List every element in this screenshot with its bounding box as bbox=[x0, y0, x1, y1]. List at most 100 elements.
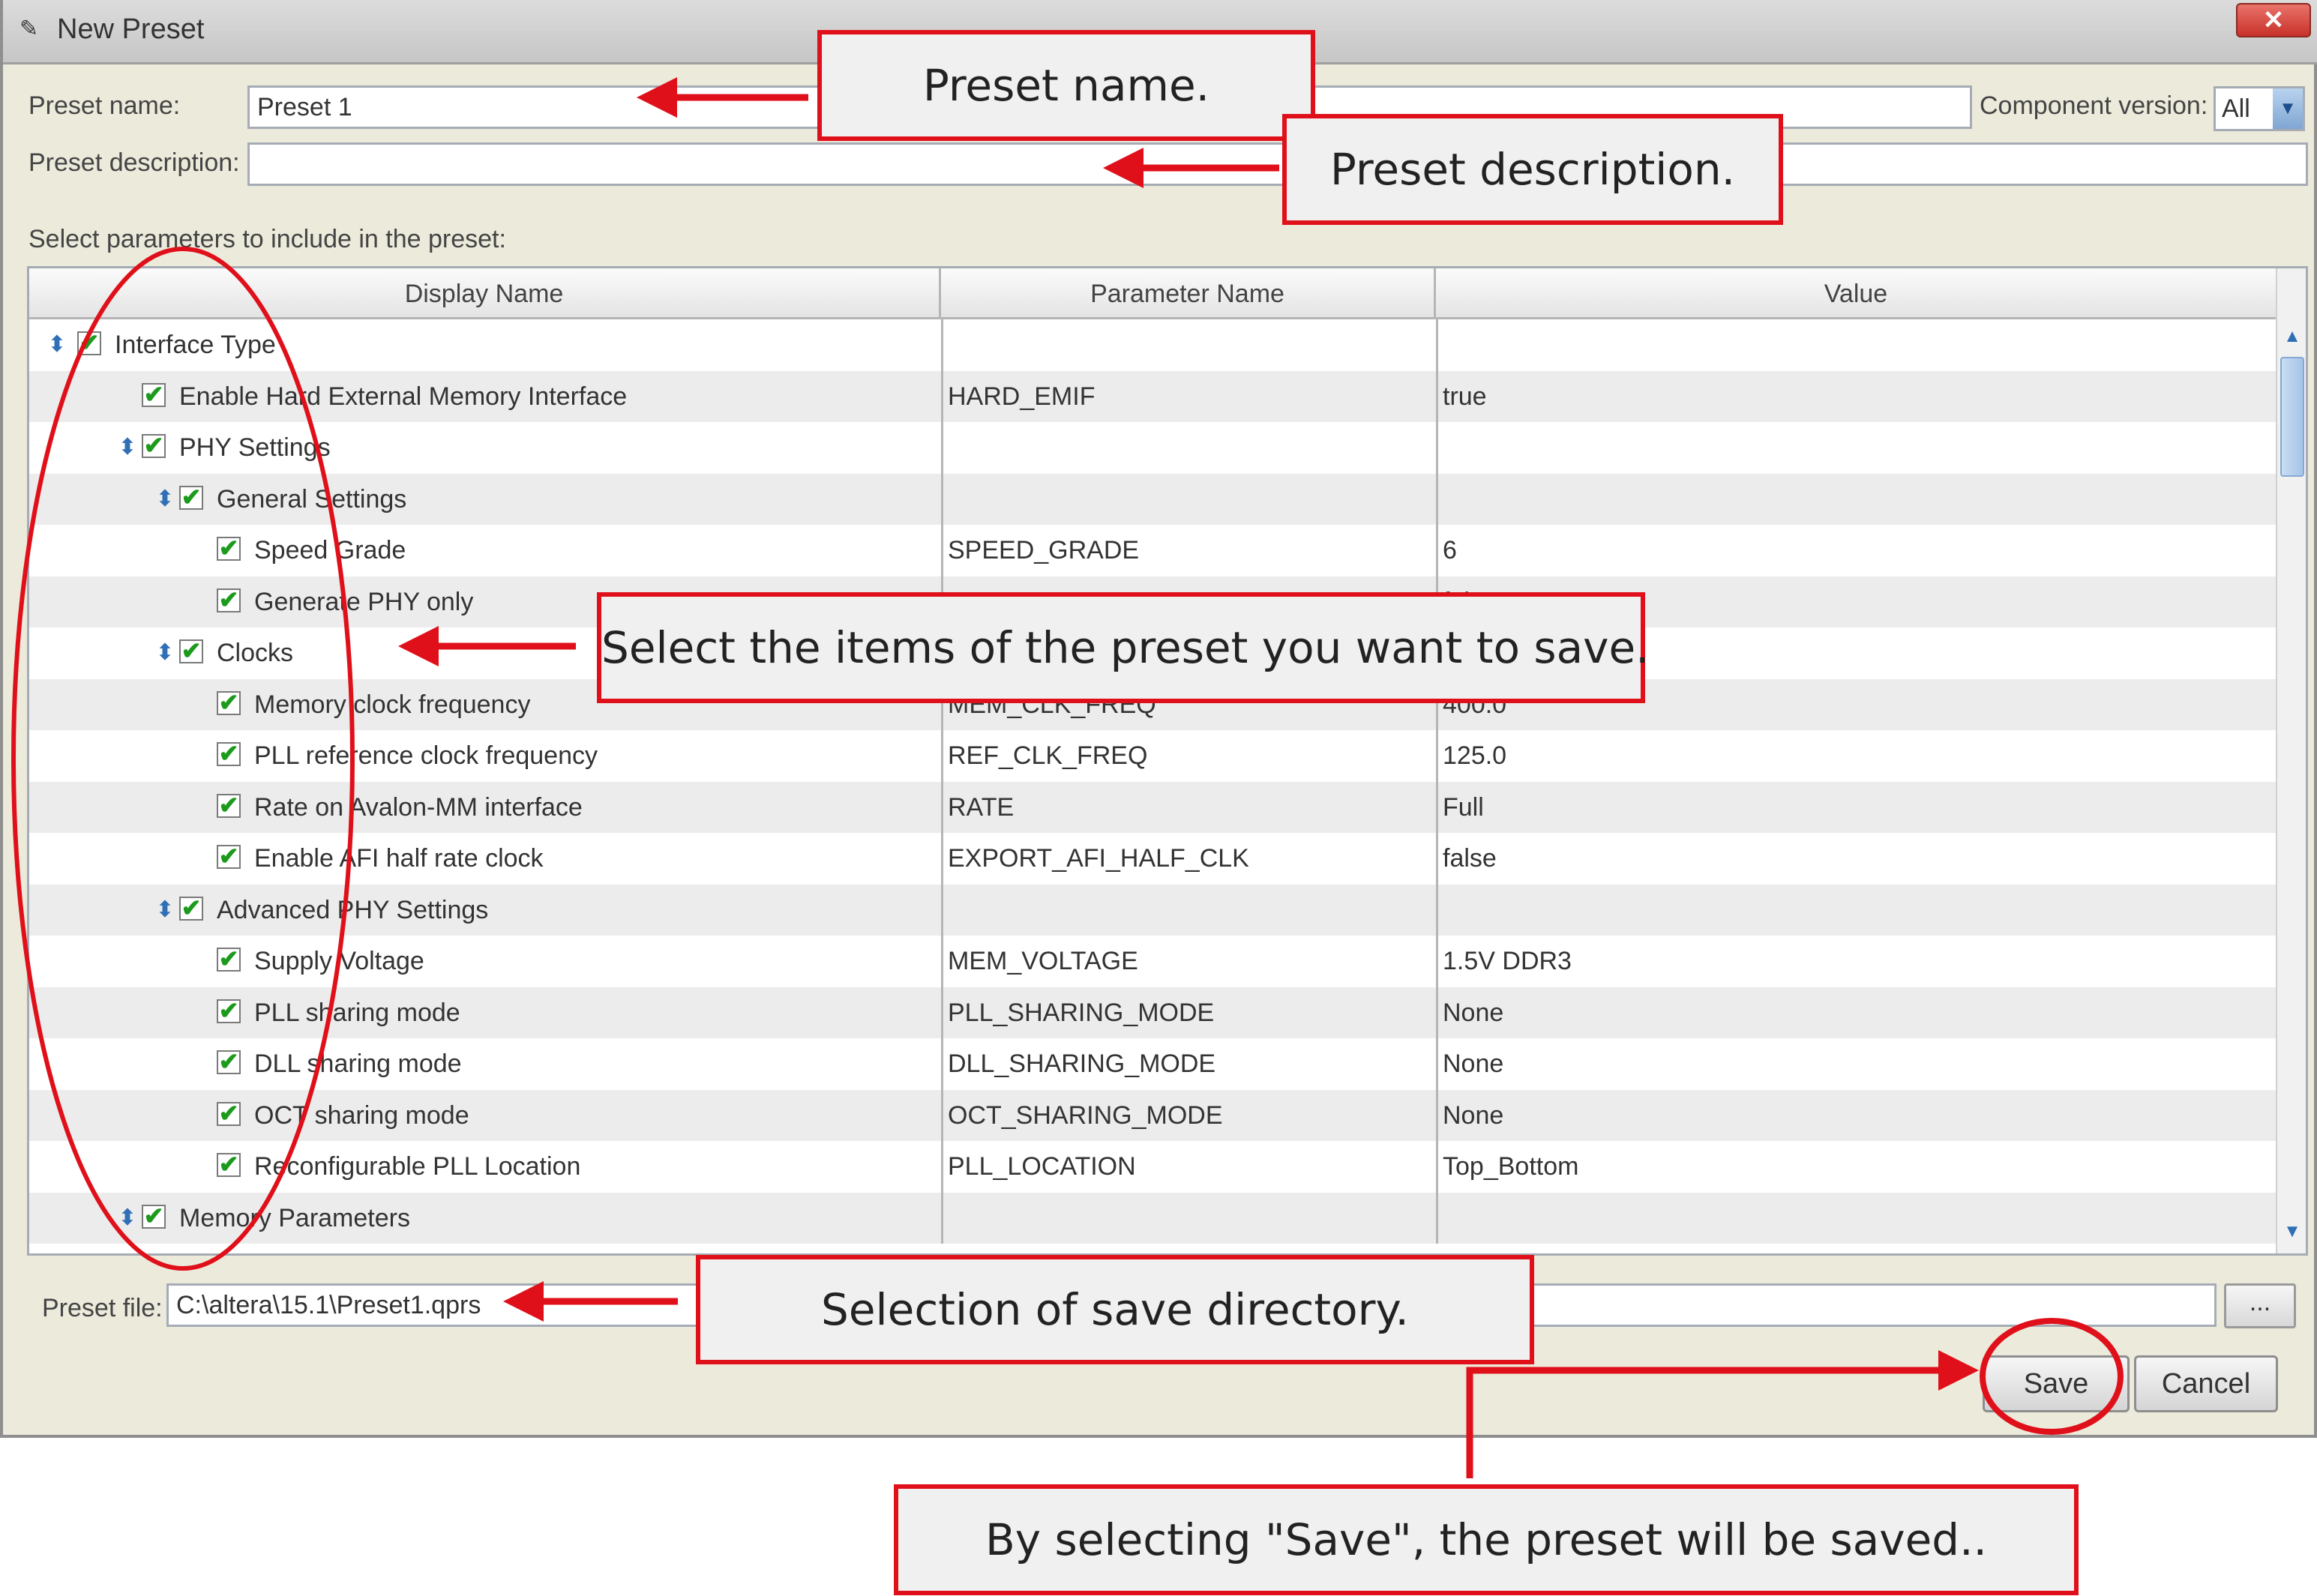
include-checkbox[interactable]: ✔ bbox=[179, 896, 203, 921]
display-name-label: Clocks bbox=[217, 639, 294, 667]
table-row[interactable]: ✔ PLL reference clock frequency REF_CLK_FR… bbox=[29, 730, 2276, 782]
table-body: ⬍ ✔ Interface Type ✔ Enable Hard External Me… bbox=[29, 319, 2276, 1253]
cell-value bbox=[1436, 884, 2276, 936]
include-checkbox[interactable]: ✔ bbox=[217, 793, 241, 818]
expand-toggle-icon[interactable]: ⬍ bbox=[154, 627, 176, 679]
display-name-label: OCT sharing mode bbox=[254, 1100, 469, 1130]
include-checkbox[interactable]: ✔ bbox=[217, 1101, 241, 1126]
table-row[interactable]: ✔ Enable Hard External Memory Interface HA… bbox=[29, 370, 2276, 422]
table-row[interactable]: ⬍ ✔ PHY Settings bbox=[29, 422, 2276, 474]
include-checkbox[interactable]: ✔ bbox=[142, 1204, 166, 1229]
preset-description-label: Preset description: bbox=[28, 148, 240, 177]
callout-preset-name: Preset name. bbox=[817, 30, 1315, 141]
cell-parameter-name: PLL_LOCATION bbox=[941, 1141, 1436, 1193]
expand-toggle-icon[interactable]: ⬍ bbox=[116, 422, 139, 474]
include-checkbox[interactable]: ✔ bbox=[217, 588, 241, 612]
table-row[interactable]: ✔ Supply Voltage MEM_VOLTAGE 1.5V DDR3 bbox=[29, 936, 2276, 987]
wand-icon: ✎ bbox=[19, 16, 39, 41]
cell-parameter-name: OCT_SHARING_MODE bbox=[941, 1089, 1436, 1141]
table-row[interactable]: ⬍ ✔ Memory Parameters bbox=[29, 1192, 2276, 1244]
table-row[interactable]: ✔ OCT sharing mode OCT_SHARING_MODE None bbox=[29, 1089, 2276, 1142]
browse-button[interactable]: ... bbox=[2224, 1283, 2296, 1328]
component-version-select[interactable]: All ▼ bbox=[2214, 86, 2305, 131]
display-name-label: Generate PHY only bbox=[254, 587, 474, 616]
cell-value bbox=[1436, 422, 2276, 474]
cell-display-name: ✔ OCT sharing mode bbox=[29, 1090, 941, 1142]
display-name-label: Memory Parameters bbox=[179, 1203, 410, 1232]
expand-toggle-icon[interactable]: ⬍ bbox=[154, 474, 176, 526]
scroll-up-icon[interactable]: ▲ bbox=[2277, 319, 2306, 354]
cell-display-name: ✔ Speed Grade bbox=[29, 525, 941, 576]
include-checkbox[interactable]: ✔ bbox=[217, 844, 241, 869]
include-checkbox[interactable]: ✔ bbox=[179, 485, 203, 510]
include-checkbox[interactable]: ✔ bbox=[77, 331, 101, 355]
column-header-value[interactable]: Value bbox=[1436, 268, 2276, 319]
table-row[interactable]: ⬍ ✔ Interface Type bbox=[29, 319, 2276, 371]
close-icon: ✕ bbox=[2262, 6, 2285, 34]
vertical-scrollbar[interactable]: ▲ ▼ bbox=[2276, 268, 2306, 1253]
table-row[interactable]: ✔ Speed Grade SPEED_GRADE 6 bbox=[29, 525, 2276, 576]
table-row[interactable]: ✔ DLL sharing mode DLL_SHARING_MODE None bbox=[29, 1038, 2276, 1090]
include-checkbox[interactable]: ✔ bbox=[217, 999, 241, 1023]
display-name-label: PLL reference clock frequency bbox=[254, 741, 598, 770]
include-checkbox[interactable]: ✔ bbox=[217, 947, 241, 972]
cell-parameter-name: SPEED_GRADE bbox=[941, 525, 1436, 576]
include-checkbox[interactable]: ✔ bbox=[217, 690, 241, 715]
table-row[interactable]: ✔ Reconfigurable PLL Location PLL_LOCATION… bbox=[29, 1141, 2276, 1193]
display-name-label: Advanced PHY Settings bbox=[217, 895, 489, 924]
cell-display-name: ⬍ ✔ Memory Parameters bbox=[29, 1193, 941, 1244]
expand-toggle-icon[interactable]: ⬍ bbox=[154, 885, 176, 936]
preset-description-input[interactable] bbox=[247, 142, 2308, 186]
include-checkbox[interactable]: ✔ bbox=[217, 1152, 241, 1177]
scroll-down-icon[interactable]: ▼ bbox=[2277, 1214, 2306, 1249]
scroll-thumb[interactable] bbox=[2280, 357, 2304, 477]
table-row[interactable]: ✔ Rate on Avalon-MM interface RATE Full bbox=[29, 781, 2276, 833]
cell-parameter-name: RATE bbox=[941, 781, 1436, 833]
cell-display-name: ✔ Reconfigurable PLL Location bbox=[29, 1141, 941, 1193]
cell-value: None bbox=[1436, 1038, 2276, 1090]
cell-value: 1.5V DDR3 bbox=[1436, 936, 2276, 987]
cell-value: Full bbox=[1436, 781, 2276, 833]
table-row[interactable]: ⬍ ✔ Advanced PHY Settings bbox=[29, 884, 2276, 936]
cell-value: Top_Bottom bbox=[1436, 1141, 2276, 1193]
cell-value bbox=[1436, 1192, 2276, 1244]
cell-parameter-name bbox=[941, 473, 1436, 525]
close-button[interactable]: ✕ bbox=[2236, 3, 2311, 37]
include-checkbox[interactable]: ✔ bbox=[142, 382, 166, 407]
cell-parameter-name: MEM_VOLTAGE bbox=[941, 936, 1436, 987]
cell-value bbox=[1436, 319, 2276, 371]
cell-value: true bbox=[1436, 370, 2276, 422]
cell-display-name: ✔ Enable AFI half rate clock bbox=[29, 833, 941, 885]
cell-value: None bbox=[1436, 987, 2276, 1038]
display-name-label: Memory clock frequency bbox=[254, 690, 531, 719]
cell-display-name: ✔ Supply Voltage bbox=[29, 936, 941, 987]
expand-toggle-icon[interactable]: ⬍ bbox=[46, 319, 68, 371]
callout-select-items: Select the items of the preset you want … bbox=[597, 592, 1650, 703]
cell-parameter-name bbox=[941, 319, 1436, 371]
display-name-label: Reconfigurable PLL Location bbox=[254, 1152, 581, 1181]
include-checkbox[interactable]: ✔ bbox=[142, 433, 166, 458]
display-name-label: Interface Type bbox=[115, 331, 276, 359]
parameters-table: Display Name Parameter Name Value ⬍ ✔ Inte… bbox=[27, 266, 2308, 1256]
cancel-button[interactable]: Cancel bbox=[2134, 1355, 2278, 1412]
cell-parameter-name: EXPORT_AFI_HALF_CLK bbox=[941, 833, 1436, 885]
cell-value: false bbox=[1436, 833, 2276, 885]
expand-toggle-icon[interactable]: ⬍ bbox=[116, 1193, 139, 1244]
include-checkbox[interactable]: ✔ bbox=[217, 1050, 241, 1074]
component-version-value: All bbox=[2222, 94, 2250, 123]
column-header-parameter-name[interactable]: Parameter Name bbox=[941, 268, 1436, 319]
table-row[interactable]: ✔ Enable AFI half rate clock EXPORT_AFI_HA… bbox=[29, 833, 2276, 885]
include-checkbox[interactable]: ✔ bbox=[217, 536, 241, 561]
table-row[interactable]: ⬍ ✔ General Settings bbox=[29, 473, 2276, 526]
include-checkbox[interactable]: ✔ bbox=[217, 741, 241, 766]
display-name-label: Rate on Avalon-MM interface bbox=[254, 792, 583, 822]
cell-display-name: ✔ PLL sharing mode bbox=[29, 987, 941, 1039]
chevron-down-icon[interactable]: ▼ bbox=[2273, 88, 2303, 129]
cell-display-name: ✔ PLL reference clock frequency bbox=[29, 730, 941, 782]
save-button[interactable]: Save bbox=[1983, 1355, 2130, 1412]
cell-parameter-name bbox=[941, 422, 1436, 474]
cell-parameter-name bbox=[941, 884, 1436, 936]
include-checkbox[interactable]: ✔ bbox=[179, 639, 203, 663]
table-row[interactable]: ✔ PLL sharing mode PLL_SHARING_MODE None bbox=[29, 987, 2276, 1039]
column-header-display-name[interactable]: Display Name bbox=[29, 268, 941, 319]
